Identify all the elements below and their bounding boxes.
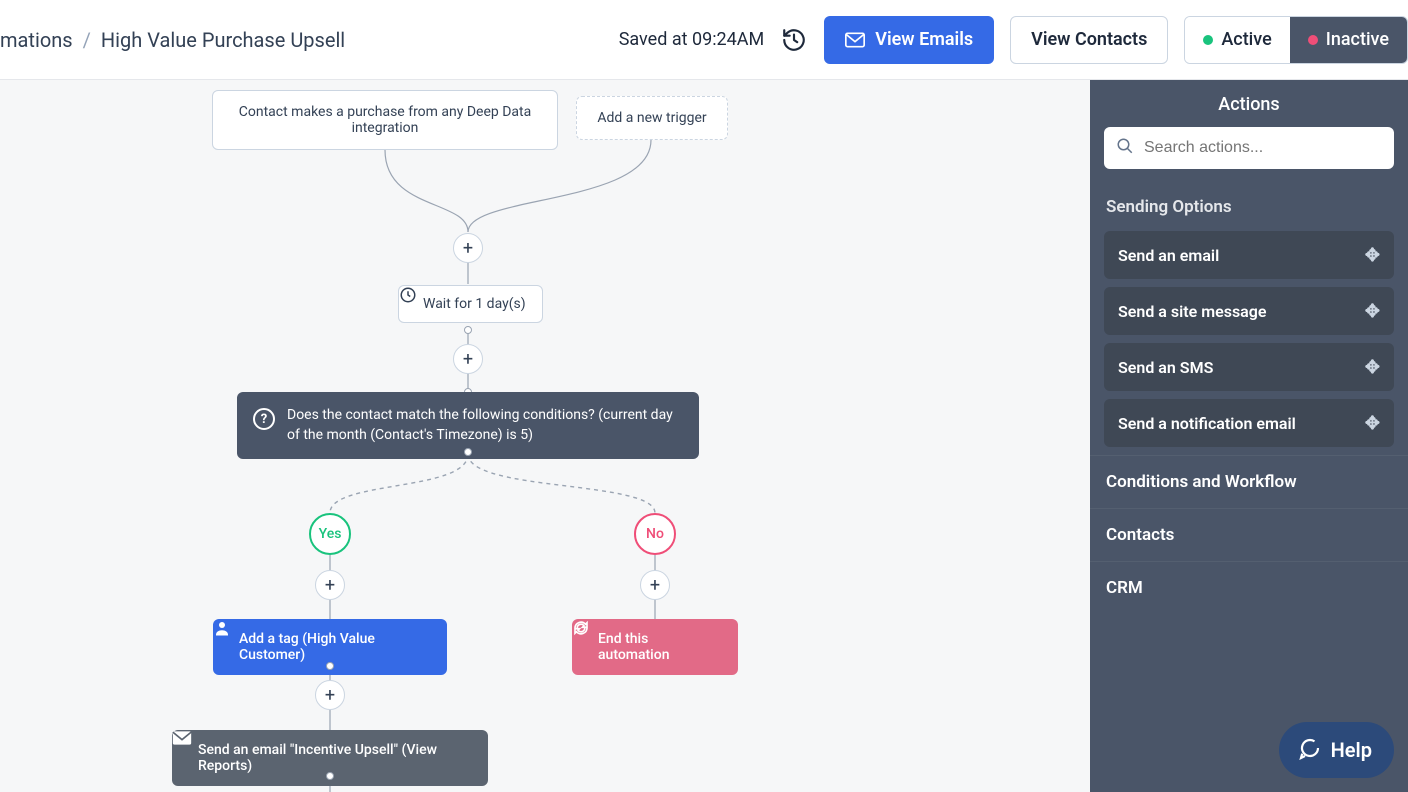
condition-text: Does the contact match the following con… <box>287 406 683 445</box>
action-label: Send an SMS <box>1118 358 1213 377</box>
view-contacts-button[interactable]: View Contacts <box>1010 16 1168 64</box>
section-contacts[interactable]: Contacts <box>1090 508 1408 561</box>
question-icon: ? <box>253 408 275 430</box>
add-trigger-node[interactable]: Add a new trigger <box>576 96 728 140</box>
breadcrumb-parent[interactable]: mations <box>0 28 73 52</box>
action-send-site-message[interactable]: Send a site message ✥ <box>1104 287 1394 335</box>
action-label: Send a notification email <box>1118 414 1296 433</box>
view-contacts-label: View Contacts <box>1031 29 1147 50</box>
drag-icon: ✥ <box>1365 413 1380 434</box>
yes-label: Yes <box>319 526 342 542</box>
tag-action-label: Add a tag (High Value Customer) <box>239 631 431 663</box>
no-label: No <box>646 526 664 542</box>
search-actions-input[interactable] <box>1142 138 1382 158</box>
help-label: Help <box>1331 738 1372 762</box>
help-button[interactable]: Help <box>1279 722 1394 778</box>
drag-icon: ✥ <box>1365 357 1380 378</box>
action-label: Send an email <box>1118 246 1219 265</box>
peg <box>464 448 472 456</box>
end-automation-node[interactable]: End this automation <box>572 619 738 675</box>
view-emails-button[interactable]: View Emails <box>824 16 994 64</box>
add-step-button-2[interactable]: + <box>453 344 483 374</box>
header-bar: mations / High Value Purchase Upsell Sav… <box>0 0 1408 80</box>
drag-icon: ✥ <box>1365 301 1380 322</box>
status-toggle: Active Inactive <box>1184 16 1408 64</box>
wait-node[interactable]: Wait for 1 day(s) <box>398 285 543 323</box>
mail-icon <box>845 32 865 48</box>
action-send-email[interactable]: Send an email ✥ <box>1104 231 1394 279</box>
automation-canvas[interactable]: Contact makes a purchase from any Deep D… <box>0 80 1090 792</box>
view-emails-label: View Emails <box>875 29 973 50</box>
active-label: Active <box>1221 29 1271 50</box>
section-conditions-workflow[interactable]: Conditions and Workflow <box>1090 455 1408 508</box>
add-step-button-4[interactable]: + <box>315 680 345 710</box>
add-step-no[interactable]: + <box>640 570 670 600</box>
status-inactive-button[interactable]: Inactive <box>1290 17 1407 63</box>
dot-green-icon <box>1203 35 1213 45</box>
breadcrumb: mations / High Value Purchase Upsell <box>0 28 345 52</box>
chat-icon <box>1297 736 1321 765</box>
history-icon[interactable] <box>780 26 808 54</box>
branch-no[interactable]: No <box>634 513 676 555</box>
end-action-label: End this automation <box>598 631 722 663</box>
peg <box>326 772 334 780</box>
email-action-label: Send an email "Incentive Upsell" (View R… <box>198 742 472 774</box>
wait-label: Wait for 1 day(s) <box>423 296 526 312</box>
trigger-label: Contact makes a purchase from any Deep D… <box>225 104 545 136</box>
add-step-button-1[interactable]: + <box>453 233 483 263</box>
sidebar-title: Actions <box>1090 80 1408 127</box>
actions-sidebar: Actions Sending Options Send an email ✥ … <box>1090 80 1408 792</box>
section-crm[interactable]: CRM <box>1090 561 1408 614</box>
breadcrumb-sep: / <box>83 28 91 52</box>
section-sending-options: Sending Options <box>1090 183 1408 231</box>
action-label: Send a site message <box>1118 302 1266 321</box>
status-active-button[interactable]: Active <box>1185 17 1289 63</box>
search-icon <box>1116 137 1134 159</box>
sending-options-list: Send an email ✥ Send a site message ✥ Se… <box>1090 231 1408 455</box>
breadcrumb-current[interactable]: High Value Purchase Upsell <box>101 28 345 52</box>
drag-icon: ✥ <box>1365 245 1380 266</box>
add-trigger-label: Add a new trigger <box>597 110 706 126</box>
action-send-sms[interactable]: Send an SMS ✥ <box>1104 343 1394 391</box>
dot-red-icon <box>1308 35 1318 45</box>
action-send-notification-email[interactable]: Send a notification email ✥ <box>1104 399 1394 447</box>
peg <box>326 662 334 670</box>
inactive-label: Inactive <box>1326 29 1389 50</box>
branch-yes[interactable]: Yes <box>309 513 351 555</box>
trigger-node-purchase[interactable]: Contact makes a purchase from any Deep D… <box>212 90 558 150</box>
peg <box>464 326 472 334</box>
add-step-yes[interactable]: + <box>315 570 345 600</box>
saved-at-text: Saved at 09:24AM <box>619 29 765 50</box>
search-actions-wrapper[interactable] <box>1104 127 1394 169</box>
